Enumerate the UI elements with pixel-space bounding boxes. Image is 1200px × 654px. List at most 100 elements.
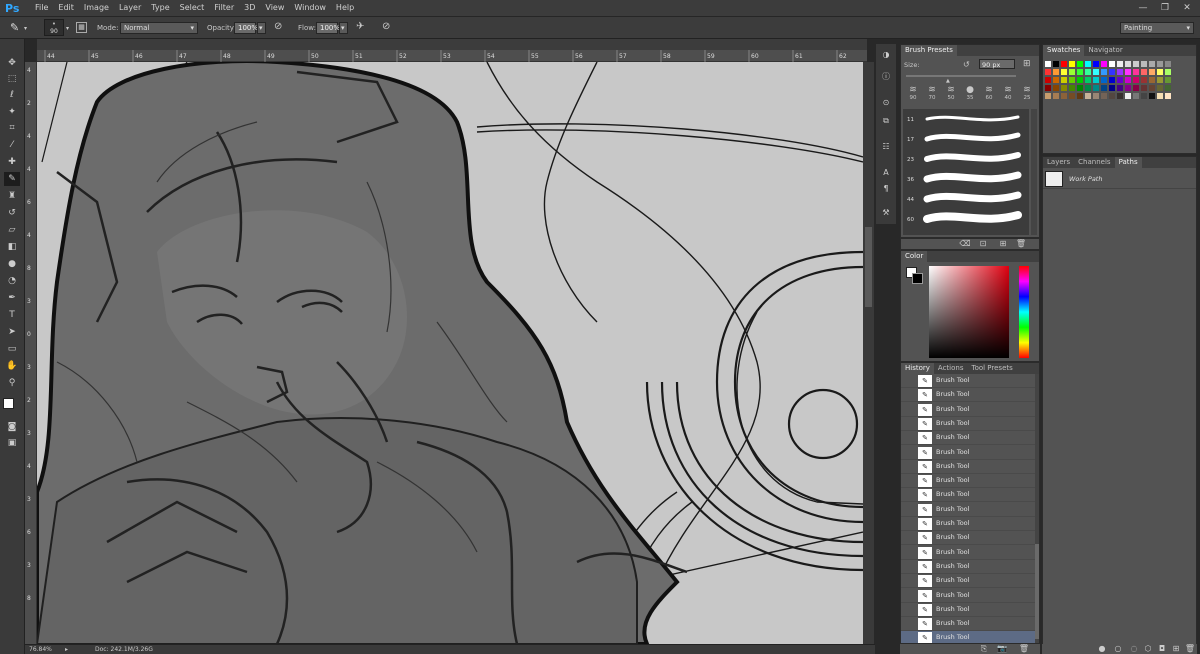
quick-select-tool-icon[interactable]: ✦ [4, 105, 20, 119]
color-swatch[interactable] [1101, 93, 1107, 99]
new-document-from-state-icon[interactable]: ⎘ [978, 644, 990, 654]
character-icon[interactable]: A [880, 168, 892, 178]
color-swatch[interactable] [1141, 77, 1147, 83]
path-select-tool-icon[interactable]: ➤ [4, 325, 20, 339]
color-swatch[interactable] [1133, 69, 1139, 75]
paragraph-icon[interactable]: ¶ [880, 184, 892, 194]
zoom-tool-icon[interactable]: ⚲ [4, 376, 20, 390]
color-swatch[interactable] [1149, 93, 1155, 99]
color-swatch[interactable] [1117, 93, 1123, 99]
brush-tip[interactable]: ≋ 40 [999, 85, 1017, 101]
pressure-size-icon[interactable]: ⊘ [382, 21, 390, 32]
size-slider-handle[interactable]: ▲ [946, 78, 950, 84]
document-canvas[interactable] [37, 62, 863, 644]
tab-swatches[interactable]: Swatches [1043, 45, 1085, 56]
clone-stamp-tool-icon[interactable]: ♜ [4, 189, 20, 203]
color-swatch[interactable] [1109, 69, 1115, 75]
color-swatch[interactable] [1077, 61, 1083, 67]
stroke-path-icon[interactable]: ○ [1112, 644, 1124, 654]
menu-view[interactable]: View [260, 3, 289, 12]
color-swatch[interactable] [1157, 93, 1163, 99]
color-swatch[interactable] [1069, 77, 1075, 83]
shape-tool-icon[interactable]: ▭ [4, 342, 20, 356]
eyedropper-tool-icon[interactable]: ⁄ [4, 138, 20, 152]
new-brush-icon[interactable]: ⊡ [977, 239, 989, 249]
color-swatch[interactable] [1165, 61, 1171, 67]
tab-navigator[interactable]: Navigator [1084, 45, 1127, 56]
menu-edit[interactable]: Edit [53, 3, 79, 12]
tab-brush-presets[interactable]: Brush Presets [901, 45, 957, 56]
color-swatch[interactable] [1125, 61, 1131, 67]
color-swatch[interactable] [1117, 77, 1123, 83]
properties-icon[interactable]: ☷ [880, 142, 892, 152]
color-swatch[interactable] [1093, 85, 1099, 91]
color-swatch[interactable] [1141, 85, 1147, 91]
color-swatch[interactable] [1109, 85, 1115, 91]
history-item[interactable]: ✎ Brush Tool [901, 588, 1035, 603]
add-mask-icon[interactable]: ◘ [1156, 644, 1168, 654]
history-item[interactable]: ✎ Brush Tool [901, 374, 1035, 388]
color-swatch[interactable] [1045, 69, 1051, 75]
brush-tip[interactable]: ≋ 50 [942, 85, 960, 101]
brush-list-size[interactable]: 36 [907, 177, 914, 183]
menu-window[interactable]: Window [289, 3, 331, 12]
color-swatch[interactable] [1165, 69, 1171, 75]
tab-paths[interactable]: Paths [1114, 157, 1142, 168]
pen-tool-icon[interactable]: ✒ [4, 291, 20, 305]
color-swatch[interactable] [1085, 69, 1091, 75]
color-swatch[interactable] [1165, 85, 1171, 91]
color-swatch[interactable] [1093, 69, 1099, 75]
color-swatch[interactable] [1069, 93, 1075, 99]
color-swatch[interactable] [1101, 61, 1107, 67]
color-swatch[interactable] [1061, 93, 1067, 99]
history-item[interactable]: ✎ Brush Tool [901, 402, 1035, 417]
history-item[interactable]: ✎ Brush Tool [901, 531, 1035, 546]
make-work-path-icon[interactable]: ⬡ [1142, 644, 1154, 654]
load-selection-icon[interactable]: ◌ [1128, 644, 1140, 654]
trash-icon[interactable]: 🗑 [1018, 644, 1030, 654]
color-swatch[interactable] [1061, 85, 1067, 91]
tab-actions[interactable]: Actions [933, 363, 968, 374]
color-swatch[interactable] [1077, 85, 1083, 91]
history-item[interactable]: ✎ Brush Tool [901, 602, 1035, 617]
color-swatch[interactable] [1077, 77, 1083, 83]
color-swatch[interactable] [1085, 77, 1091, 83]
foreground-color-swatch[interactable] [3, 398, 14, 409]
healing-tool-icon[interactable]: ✚ [4, 155, 20, 169]
tool-preset-chevron-icon[interactable]: ▾ [24, 25, 27, 32]
color-swatch[interactable] [1157, 61, 1163, 67]
menu-3d[interactable]: 3D [239, 3, 260, 12]
new-path-icon[interactable]: ⊞ [1170, 644, 1182, 654]
history-scrollbar-thumb[interactable] [1035, 544, 1039, 639]
blur-tool-icon[interactable]: ● [4, 257, 20, 271]
history-item[interactable]: ✎ Brush Tool [901, 474, 1035, 489]
color-swatch[interactable] [1117, 61, 1123, 67]
history-item[interactable]: ✎ Brush Tool [901, 416, 1035, 431]
color-swatch[interactable] [1149, 69, 1155, 75]
reset-size-icon[interactable]: ↺ [963, 60, 970, 69]
dodge-tool-icon[interactable]: ◔ [4, 274, 20, 288]
color-swatch[interactable] [1093, 93, 1099, 99]
history-item[interactable]: ✎ Brush Tool [901, 459, 1035, 474]
lasso-tool-icon[interactable]: ℓ [4, 88, 20, 102]
quick-mask-icon[interactable]: ◙ [4, 420, 20, 434]
brush-tip[interactable]: ● 35 [961, 85, 979, 101]
color-swatch[interactable] [1085, 61, 1091, 67]
color-swatch[interactable] [1053, 93, 1059, 99]
history-brush-tool-icon[interactable]: ↺ [4, 206, 20, 220]
adjustments-icon[interactable]: ◑ [880, 50, 892, 60]
brush-list-size[interactable]: 23 [907, 157, 914, 163]
color-swatch[interactable] [1133, 85, 1139, 91]
canvas-vertical-scrollbar[interactable] [863, 62, 874, 644]
brush-tool-icon[interactable]: ✎ [4, 172, 20, 186]
color-swatch[interactable] [1117, 85, 1123, 91]
scrollbar-thumb[interactable] [865, 227, 872, 307]
new-preset-icon[interactable]: ⊞ [1023, 59, 1031, 69]
brush-size-input[interactable]: 90 px [979, 59, 1015, 69]
color-swatch[interactable] [1133, 77, 1139, 83]
color-swatch[interactable] [1125, 77, 1131, 83]
brush-tip[interactable]: ≋ 90 [904, 85, 922, 101]
color-swatch[interactable] [1109, 61, 1115, 67]
color-swatch[interactable] [1061, 61, 1067, 67]
color-field[interactable] [929, 266, 1009, 358]
